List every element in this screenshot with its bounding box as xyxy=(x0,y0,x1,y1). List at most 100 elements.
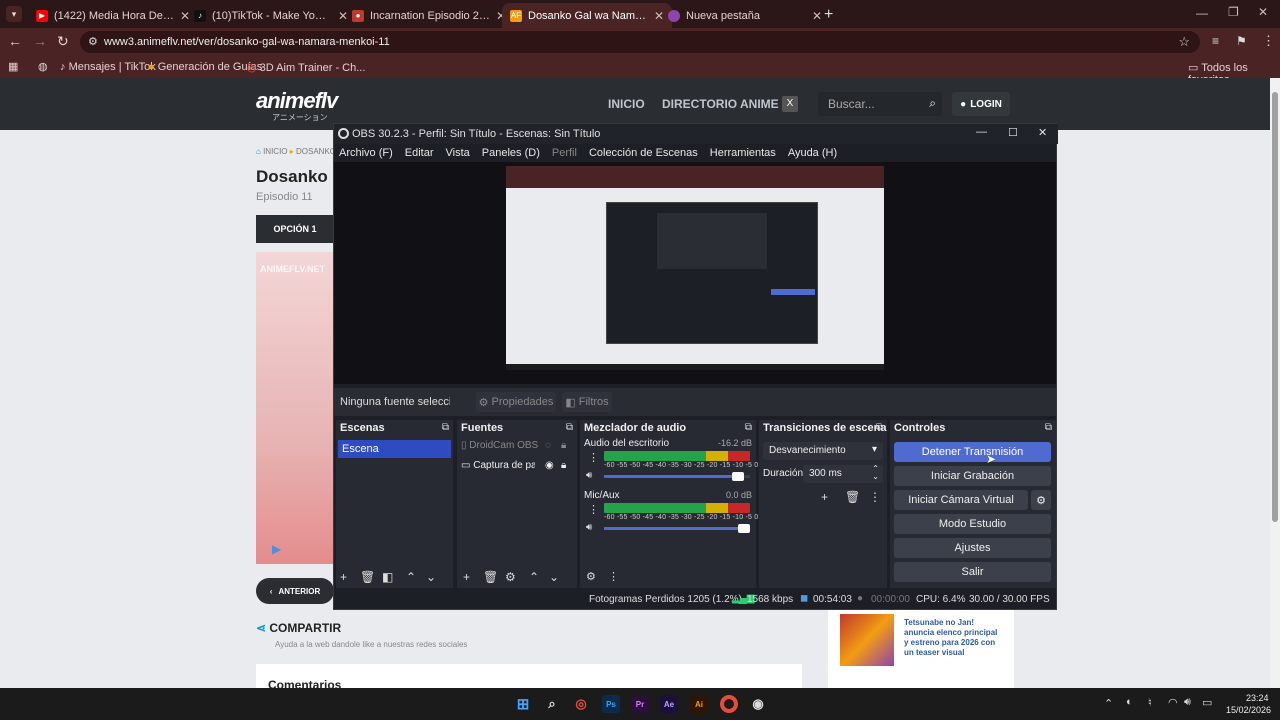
video-player[interactable]: ANIMEFLV.NET ▶ xyxy=(256,252,334,564)
lock-icon[interactable]: 🔒︎ xyxy=(561,440,566,451)
search-icon[interactable]: ⌕ xyxy=(543,695,561,713)
undock-icon[interactable]: ⧉ xyxy=(566,422,573,433)
tab-dosanko[interactable]: AF Dosanko Gal wa Namara Menkoi✕ xyxy=(502,3,672,28)
eye-icon[interactable]: ◉ xyxy=(545,460,554,471)
obs-maximize-icon[interactable]: ☐ xyxy=(1008,126,1018,139)
tray-icon[interactable]: ◐ xyxy=(1126,696,1133,708)
volume-icon[interactable]: 🔊︎ xyxy=(586,522,592,533)
extensions-icon[interactable]: ≡ xyxy=(1212,34,1219,48)
menu-herramientas[interactable]: Herramientas xyxy=(710,147,776,159)
virtual-cam-settings-icon[interactable]: ⚙ xyxy=(1031,490,1051,510)
delete-icon[interactable]: 🗑︎ xyxy=(483,570,498,584)
profile-icon[interactable]: ⚑ xyxy=(1236,34,1247,48)
stop-stream-button[interactable]: Detener Transmisión xyxy=(894,442,1051,462)
site-logo[interactable]: animeflv xyxy=(256,88,338,114)
tab-search-button[interactable]: ▾ xyxy=(6,6,22,22)
bookmark-aim[interactable]: ◎ 3D Aim Trainer - Ch... xyxy=(247,61,365,74)
move-down-icon[interactable]: ⌄ xyxy=(426,570,436,584)
site-search-input[interactable]: Buscar... ⌕ xyxy=(818,92,942,116)
menu-editar[interactable]: Editar xyxy=(405,147,434,159)
tab-new[interactable]: Nueva pestaña ✕ xyxy=(660,3,830,28)
gear-icon[interactable]: ⚙ xyxy=(505,570,516,584)
back-icon[interactable]: ← xyxy=(8,33,22,49)
exit-button[interactable]: Salir xyxy=(894,562,1051,582)
mic-icon[interactable]: ♮ xyxy=(1148,696,1152,709)
menu-archivo[interactable]: Archivo (F) xyxy=(339,147,393,159)
volume-handle[interactable] xyxy=(732,472,745,481)
chrome-icon[interactable] xyxy=(720,695,738,713)
option-tab[interactable]: OPCIÓN 1 xyxy=(256,215,334,243)
advanced-audio-icon[interactable]: ⚙ xyxy=(586,570,596,583)
channel-menu-icon[interactable]: ⋮ xyxy=(588,451,599,464)
forward-icon[interactable]: → xyxy=(33,33,47,49)
volume-icon[interactable]: 🔊︎ xyxy=(586,470,592,481)
address-bar[interactable]: ⚙ www3.animeflv.net/ver/dosanko-gal-wa-n… xyxy=(80,31,1200,53)
obs-preview-canvas[interactable] xyxy=(506,166,884,370)
nav-inicio[interactable]: INICIO xyxy=(608,97,645,111)
settings-button[interactable]: Ajustes xyxy=(894,538,1051,558)
studio-mode-button[interactable]: Modo Estudio xyxy=(894,514,1051,534)
properties-button[interactable]: ⚙ Propiedades xyxy=(476,392,556,412)
delete-icon[interactable]: 🗑︎ xyxy=(360,570,375,584)
page-scrollbar-thumb[interactable] xyxy=(1272,92,1278,522)
tab-tiktok[interactable]: ♪ (10)TikTok - Make Your Day✕ xyxy=(186,3,356,28)
undock-icon[interactable]: ⧉ xyxy=(1045,422,1052,433)
menu-coleccion[interactable]: Colección de Escenas xyxy=(589,147,698,159)
clock-time[interactable]: 23:24 xyxy=(1246,693,1269,703)
wifi-icon[interactable]: ◠ xyxy=(1168,696,1178,709)
filter-icon[interactable]: ◧ xyxy=(382,570,393,584)
maximize-icon[interactable]: ❐ xyxy=(1228,5,1239,19)
undock-icon[interactable]: ⧉ xyxy=(745,422,752,433)
windows-start-icon[interactable]: ⊞ xyxy=(514,695,532,713)
lock-icon[interactable]: 🔒︎ xyxy=(561,460,566,471)
undock-icon[interactable]: ⧉ xyxy=(876,422,883,433)
menu-paneles[interactable]: Paneles (D) xyxy=(482,147,540,159)
premiere-icon[interactable]: Pr xyxy=(631,695,649,713)
add-icon[interactable]: + xyxy=(463,570,470,584)
menu-vista[interactable]: Vista xyxy=(446,147,470,159)
volume-handle[interactable] xyxy=(738,524,750,533)
source-item-capture[interactable]: ▭ Captura de pantalla ◉ 🔒︎ xyxy=(461,460,573,476)
move-up-icon[interactable]: ⌃ xyxy=(406,570,416,584)
start-recording-button[interactable]: Iniciar Grabación xyxy=(894,466,1051,486)
new-tab-button[interactable]: + xyxy=(824,6,833,24)
mixer-menu-icon[interactable]: ⋮ xyxy=(608,570,619,583)
close-window-icon[interactable]: ✕ xyxy=(1258,5,1268,19)
close-icon[interactable]: ✕ xyxy=(812,9,822,23)
obs-close-icon[interactable]: ✕ xyxy=(1038,126,1047,139)
start-virtual-cam-button[interactable]: Iniciar Cámara Virtual xyxy=(894,490,1028,510)
battery-icon[interactable]: ▭ xyxy=(1202,696,1212,709)
transition-select[interactable]: Desvanecimiento ▾ xyxy=(763,442,883,460)
apps-grid-icon[interactable]: ▦ xyxy=(8,60,18,73)
reload-icon[interactable]: ↻ xyxy=(57,33,69,50)
volume-slider-track[interactable] xyxy=(604,472,750,481)
move-up-icon[interactable]: ⌃ xyxy=(529,570,539,584)
tab-youtube[interactable]: ▶ (1422) Media Hora De Momentos✕ xyxy=(28,3,198,28)
speaker-icon[interactable]: 🔊︎ xyxy=(1184,696,1191,709)
bookmark-guias[interactable]: ● Generación de Guías xyxy=(148,61,262,73)
menu-dots-icon[interactable]: ⋮ xyxy=(1262,33,1275,49)
play-icon[interactable]: ▶ xyxy=(272,542,281,556)
obs-minimize-icon[interactable]: — xyxy=(976,126,987,138)
bookmark-tiktok[interactable]: ♪ Mensajes | TikTok xyxy=(60,61,156,73)
photoshop-icon[interactable]: Ps xyxy=(602,695,620,713)
volume-slider-track[interactable] xyxy=(604,524,750,533)
minimize-icon[interactable]: — xyxy=(1196,6,1208,20)
site-info-icon[interactable]: ⚙ xyxy=(88,35,98,48)
add-icon[interactable]: + xyxy=(821,490,828,504)
duration-input[interactable]: 300 ms ⌃ ⌄ xyxy=(803,465,883,483)
delete-icon[interactable]: 🗑︎ xyxy=(845,490,860,504)
illustrator-icon[interactable]: Ai xyxy=(690,695,708,713)
add-icon[interactable]: + xyxy=(340,570,347,584)
after-effects-icon[interactable]: Ae xyxy=(660,695,678,713)
x-social-icon[interactable]: X xyxy=(782,96,798,112)
menu-perfil[interactable]: Perfil xyxy=(552,147,577,159)
menu-ayuda[interactable]: Ayuda (H) xyxy=(788,147,837,159)
transition-menu-icon[interactable]: ⋮ xyxy=(869,490,881,504)
move-down-icon[interactable]: ⌄ xyxy=(549,570,559,584)
hidden-eye-icon[interactable]: ◌ xyxy=(545,440,551,451)
channel-menu-icon[interactable]: ⋮ xyxy=(588,503,599,516)
login-button[interactable]: ● LOGIN xyxy=(952,92,1010,116)
bookmark-star-icon[interactable]: ☆ xyxy=(1178,34,1190,50)
obs-icon[interactable]: ◉ xyxy=(749,695,767,713)
